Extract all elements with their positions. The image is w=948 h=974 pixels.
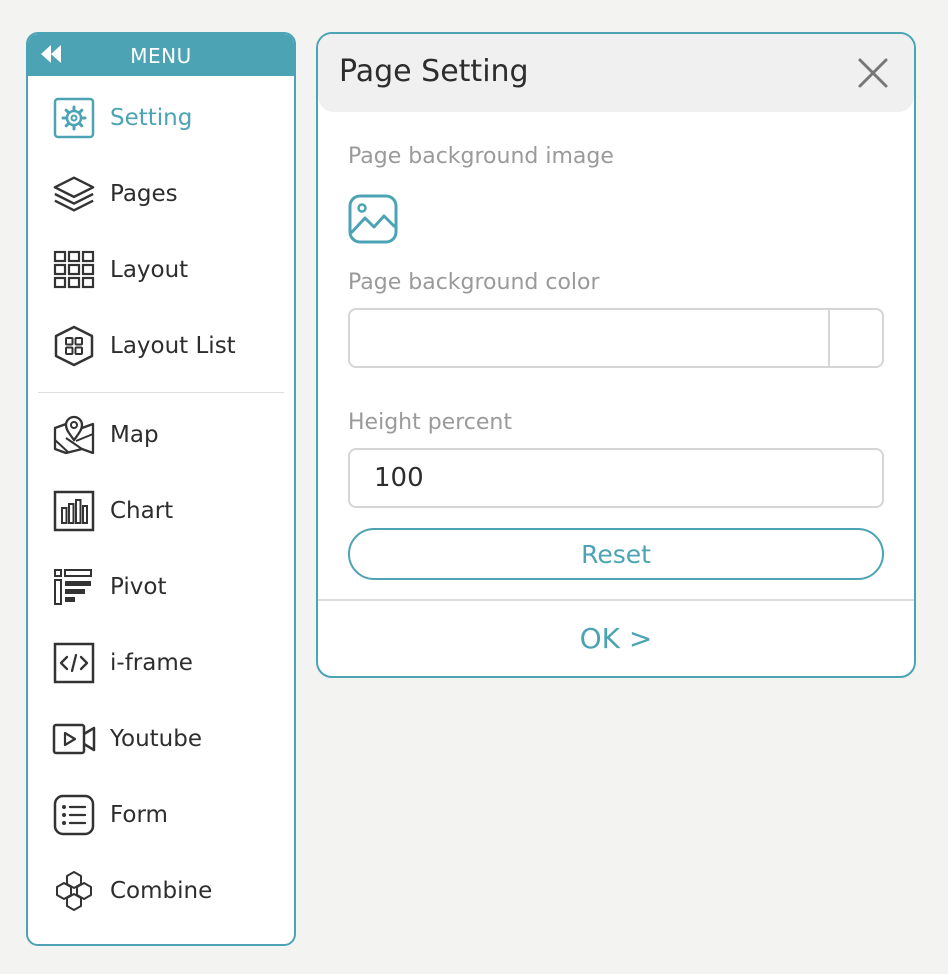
- side-menu: MENU Setting Pages Layout Layout List Ma…: [26, 32, 296, 946]
- hexagon-grid-icon: [52, 324, 96, 368]
- dialog-header: Page Setting: [318, 34, 914, 112]
- menu-label-pages: Pages: [110, 181, 178, 207]
- height-percent-label: Height percent: [348, 410, 512, 435]
- menu-label-setting: Setting: [110, 105, 193, 131]
- bg-color-field: [348, 308, 884, 368]
- menu-label-form: Form: [110, 802, 168, 828]
- menu-label-chart: Chart: [110, 498, 174, 524]
- menu-title: MENU: [130, 44, 192, 68]
- menu-item-setting[interactable]: Setting: [28, 80, 294, 156]
- color-swatch[interactable]: [828, 310, 882, 366]
- code-icon: [52, 641, 96, 685]
- menu-item-chart[interactable]: Chart: [28, 473, 294, 549]
- menu-label-layout-list: Layout List: [110, 333, 236, 359]
- reset-button[interactable]: Reset: [348, 528, 884, 580]
- menu-label-map: Map: [110, 422, 159, 448]
- gear-icon: [52, 96, 96, 140]
- ok-button[interactable]: OK >: [318, 601, 914, 676]
- menu-item-combine[interactable]: Combine: [28, 853, 294, 929]
- close-icon[interactable]: [856, 56, 890, 90]
- menu-item-iframe[interactable]: i-frame: [28, 625, 294, 701]
- menu-item-pages[interactable]: Pages: [28, 156, 294, 232]
- bg-color-label: Page background color: [348, 270, 600, 295]
- layers-icon: [52, 172, 96, 216]
- form-list-icon: [52, 793, 96, 837]
- menu-group-components: Map Chart Pivot i-frame Youtube Form Com…: [28, 397, 294, 929]
- menu-item-layout[interactable]: Layout: [28, 232, 294, 308]
- menu-item-form[interactable]: Form: [28, 777, 294, 853]
- menu-label-iframe: i-frame: [110, 650, 193, 676]
- menu-label-youtube: Youtube: [110, 726, 202, 752]
- dialog-title: Page Setting: [339, 54, 529, 89]
- menu-group-primary: Setting Pages Layout Layout List: [28, 76, 294, 384]
- image-icon[interactable]: [348, 194, 398, 244]
- pivot-icon: [52, 565, 96, 609]
- height-percent-input[interactable]: [348, 448, 884, 508]
- menu-label-combine: Combine: [110, 878, 213, 904]
- menu-header: MENU: [28, 34, 294, 76]
- menu-label-layout: Layout: [110, 257, 189, 283]
- grid-icon: [52, 248, 96, 292]
- bar-chart-icon: [52, 489, 96, 533]
- menu-item-pivot[interactable]: Pivot: [28, 549, 294, 625]
- map-pin-icon: [52, 413, 96, 457]
- menu-divider: [38, 392, 284, 393]
- menu-item-map[interactable]: Map: [28, 397, 294, 473]
- bg-color-input[interactable]: [350, 310, 828, 366]
- menu-label-pivot: Pivot: [110, 574, 167, 600]
- bg-image-label: Page background image: [348, 144, 614, 169]
- menu-item-layout-list[interactable]: Layout List: [28, 308, 294, 384]
- hexagon-cluster-icon: [52, 869, 96, 913]
- video-camera-icon: [52, 717, 96, 761]
- menu-item-youtube[interactable]: Youtube: [28, 701, 294, 777]
- page-setting-dialog: Page Setting Page background image Page …: [316, 32, 916, 678]
